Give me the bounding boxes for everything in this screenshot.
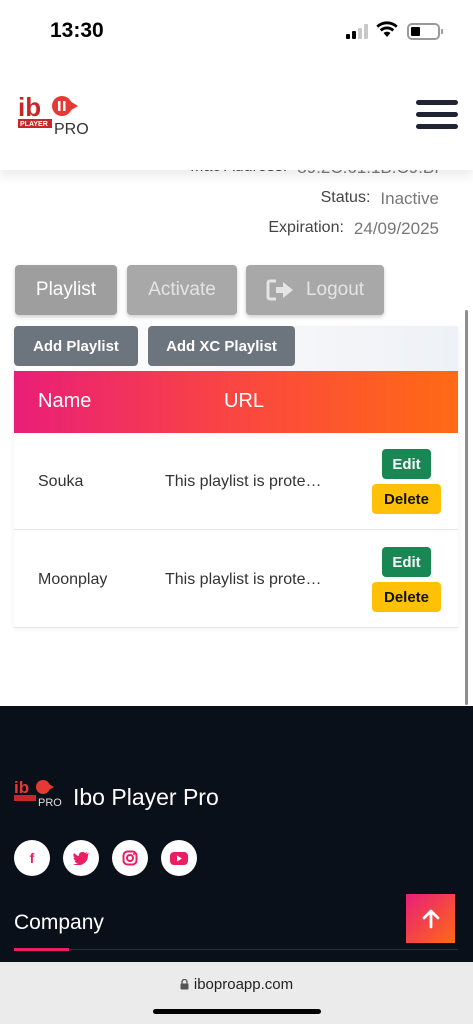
activate-button[interactable]: Activate [127,265,237,315]
add-xc-playlist-button[interactable]: Add XC Playlist [148,326,295,366]
playlist-table-header: Name URL [14,371,458,433]
status-bar: 13:30 [0,0,473,60]
battery-icon [407,23,443,40]
expiration-value: 24/09/2025 [353,219,439,238]
arrow-up-icon [422,909,439,928]
column-header-url: URL [224,390,265,412]
site-footer: ib PRO Ibo Player Pro f Company [0,706,473,962]
facebook-icon[interactable]: f [14,840,50,876]
home-indicator [153,1009,321,1014]
delete-button-label: Delete [383,588,430,606]
edit-button-label: Edit [392,455,421,473]
status-time: 13:30 [50,19,104,42]
page-scrollbar[interactable] [465,310,468,705]
playlist-name: Moonplay [38,571,108,588]
status-row: Status: Inactive [321,189,439,209]
twitter-icon[interactable] [63,840,99,876]
delete-button[interactable]: Delete [372,582,441,612]
table-row: Moonplay This playlist is protected Edit… [14,531,458,628]
playlist-button[interactable]: Playlist [15,265,117,315]
status-value: Inactive [380,189,439,208]
lock-icon [180,978,189,990]
playlist-url: This playlist is protected [165,473,325,490]
logout-button-label: Logout [305,279,365,300]
section-divider [14,949,458,950]
svg-text:PRO: PRO [54,121,89,138]
expiration-label: Expiration: [268,219,344,236]
edit-button[interactable]: Edit [382,547,431,577]
expiration-row: Expiration: 24/09/2025 [268,219,439,239]
instagram-icon[interactable] [112,840,148,876]
svg-text:ib: ib [18,92,41,122]
playlist-button-label: Playlist [35,279,97,300]
svg-text:ib: ib [14,778,29,797]
footer-section-title: Company [14,911,104,934]
menu-icon[interactable] [416,100,458,130]
sign-out-icon [266,279,293,301]
playlist-url: This playlist is protected [165,571,325,588]
delete-button-label: Delete [383,490,430,508]
add-xc-playlist-label: Add XC Playlist [166,337,277,355]
table-row: Souka This playlist is protected Edit De… [14,433,458,530]
address-bar-url-text: iboproapp.com [193,976,294,993]
status-label: Status: [320,189,371,206]
svg-text:PLAYER: PLAYER [20,121,48,128]
address-bar-url[interactable]: iboproapp.com [0,976,473,993]
youtube-icon[interactable] [161,840,197,876]
site-header: ib PLAYER PRO [0,60,473,170]
logout-button[interactable]: Logout [246,265,384,315]
add-playlist-label: Add Playlist [33,337,119,355]
playlist-toolbar: Add Playlist Add XC Playlist [14,326,458,371]
ibo-player-pro-logo[interactable]: ib PLAYER PRO [18,90,90,138]
footer-logo: ib PRO [14,778,62,808]
wifi-icon [376,21,398,37]
footer-brand: Ibo Player Pro [73,784,219,810]
playlist-name: Souka [38,473,84,490]
delete-button[interactable]: Delete [372,484,441,514]
column-header-name: Name [38,390,92,412]
cellular-signal-icon [346,23,370,39]
browser-address-bar[interactable]: iboproapp.com [0,962,473,1024]
section-accent [14,948,69,951]
activate-button-label: Activate [148,279,216,300]
playlist-panel: Add Playlist Add XC Playlist Name URL So… [14,326,458,628]
edit-button-label: Edit [392,553,421,571]
edit-button[interactable]: Edit [382,449,431,479]
add-playlist-button[interactable]: Add Playlist [14,326,138,366]
scroll-to-top-button[interactable] [406,894,455,943]
svg-text:PRO: PRO [38,797,62,808]
